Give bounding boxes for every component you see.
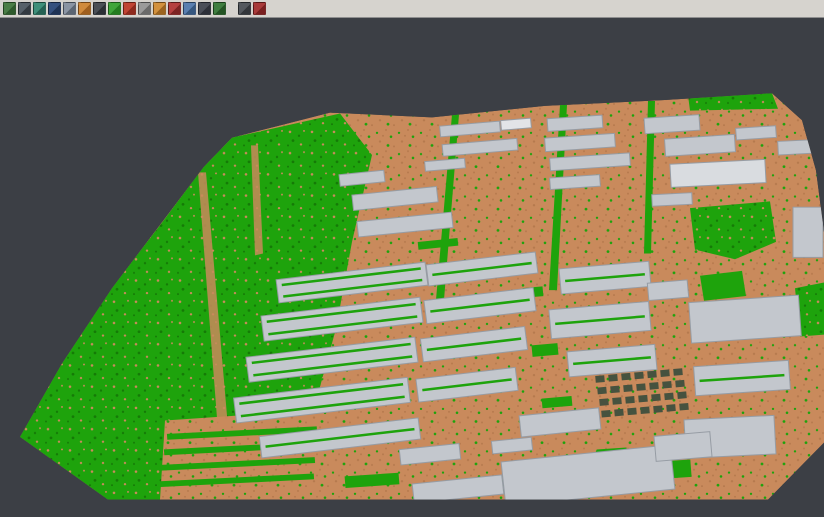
dark-structure	[597, 387, 607, 395]
dark-structure	[640, 406, 650, 414]
building-roof	[670, 159, 766, 187]
points-icon[interactable]	[48, 2, 61, 15]
dark-structure	[647, 371, 657, 379]
dark-structure	[638, 395, 648, 403]
dark-structure	[666, 404, 676, 412]
dark-structure	[677, 391, 687, 399]
dark-structure	[679, 403, 689, 411]
3d-viewport[interactable]	[0, 18, 824, 517]
dark-structure	[627, 408, 637, 416]
dark-structure	[664, 393, 674, 401]
point-cloud-scene	[0, 18, 824, 517]
play-icon[interactable]	[108, 2, 121, 15]
building-roof	[647, 280, 688, 301]
toolbar	[0, 0, 824, 18]
tree-line	[700, 271, 746, 301]
dark-structure	[662, 381, 672, 389]
dark-structure	[625, 396, 635, 404]
close-icon[interactable]	[253, 2, 266, 15]
building-roof	[736, 126, 777, 140]
grid-icon[interactable]	[183, 2, 196, 15]
measure-icon[interactable]	[153, 2, 166, 15]
dark-structure	[608, 374, 618, 382]
snapshot-icon[interactable]	[238, 2, 251, 15]
dark-structure	[621, 373, 631, 381]
folder-icon[interactable]	[78, 2, 91, 15]
globe-icon[interactable]	[213, 2, 226, 15]
application-window	[0, 0, 824, 517]
mesh-icon[interactable]	[33, 2, 46, 15]
dark-structure	[623, 384, 633, 392]
delete-icon[interactable]	[168, 2, 181, 15]
field-area	[160, 410, 322, 500]
camera-icon[interactable]	[63, 2, 76, 15]
record-icon[interactable]	[123, 2, 136, 15]
toolbar-separator	[228, 8, 236, 9]
building-roof	[793, 207, 823, 257]
dark-structure	[673, 368, 683, 376]
building-roof	[652, 193, 693, 207]
settings-gear-icon[interactable]	[138, 2, 151, 15]
dark-structure	[649, 382, 659, 390]
dark-structure	[612, 397, 622, 405]
building-roof	[654, 432, 712, 462]
dark-structure	[610, 386, 620, 394]
dark-structure	[653, 405, 663, 413]
building-roof	[501, 118, 532, 130]
layers-icon[interactable]	[3, 2, 16, 15]
dark-structure	[660, 369, 670, 377]
dark-structure	[599, 398, 609, 406]
building-roof	[778, 140, 813, 155]
cube-icon[interactable]	[198, 2, 211, 15]
vegetation-area	[688, 93, 778, 110]
dark-structure	[601, 410, 611, 418]
dark-structure	[634, 372, 644, 380]
dark-structure	[636, 383, 646, 391]
dark-structure	[595, 375, 605, 383]
building-roof	[644, 115, 700, 134]
building-roof	[689, 295, 802, 343]
dark-structure	[651, 394, 661, 402]
dark-structure	[614, 409, 624, 417]
tools-icon[interactable]	[93, 2, 106, 15]
dark-structure	[675, 380, 685, 388]
terrain-icon[interactable]	[18, 2, 31, 15]
vegetation-patch	[532, 343, 559, 357]
